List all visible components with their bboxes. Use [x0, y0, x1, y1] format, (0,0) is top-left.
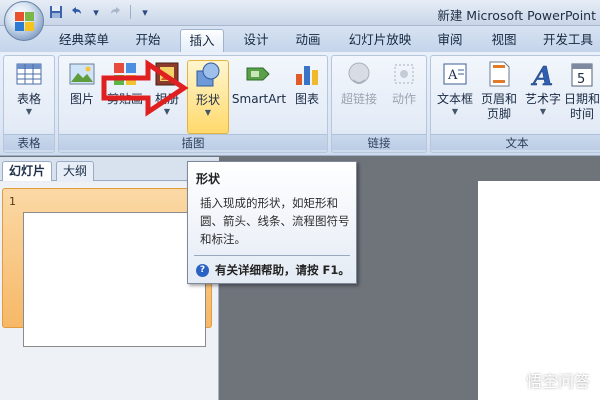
- slide-thumbnail[interactable]: [23, 212, 206, 347]
- globe-link-icon: [345, 60, 373, 88]
- office-button[interactable]: [4, 1, 44, 41]
- group-links: 超链接 动作 链接: [331, 55, 427, 153]
- title-bar: ▾ ▾ 新建 Microsoft PowerPoint: [0, 0, 600, 26]
- table-button[interactable]: 表格 ▼: [9, 60, 49, 117]
- group-illustrations: 图片 剪贴画 相册 ▼ 形状 ▼ SmartArt 图表 插图: [58, 55, 328, 153]
- quick-access-toolbar: ▾ ▾: [48, 4, 153, 20]
- calendar-icon: 5: [568, 60, 596, 88]
- chevron-down-icon: ▼: [204, 108, 212, 117]
- shapes-tooltip: 形状 插入现成的形状，如矩形和圆、箭头、线条、流程图符号和标注。 ? 有关详细帮…: [187, 161, 357, 284]
- chevron-down-icon: ▼: [25, 107, 33, 116]
- table-icon: [15, 60, 43, 88]
- save-icon[interactable]: [48, 4, 64, 20]
- tab-insert[interactable]: 插入: [180, 29, 224, 52]
- tooltip-help: ? 有关详细帮助，请按 F1。: [196, 262, 350, 278]
- picture-button-label: 图片: [69, 92, 94, 106]
- shapes-icon: [194, 61, 222, 89]
- textbox-icon: A: [441, 60, 469, 88]
- svg-text:A: A: [447, 68, 458, 83]
- hyperlink-button[interactable]: 超链接: [336, 60, 382, 107]
- tooltip-body: 插入现成的形状，如矩形和圆、箭头、线条、流程图符号和标注。: [200, 196, 350, 246]
- header-footer-button[interactable]: 页眉和 页脚: [477, 60, 521, 122]
- slide-number: 1: [9, 195, 16, 208]
- watermark: 悟空问答: [499, 368, 590, 392]
- picture-icon: [68, 60, 96, 88]
- tab-review[interactable]: 审阅: [428, 29, 472, 52]
- window-title: 新建 Microsoft PowerPoint: [437, 8, 596, 23]
- ribbon: 表格 ▼ 表格 图片 剪贴画 相册 ▼ 形状 ▼ SmartArt 图表 插图 …: [0, 52, 600, 156]
- textbox-button-label: 文本框: [436, 92, 473, 106]
- redo-icon[interactable]: [108, 4, 124, 20]
- picture-button[interactable]: 图片: [63, 60, 101, 107]
- textbox-button[interactable]: A 文本框 ▼: [433, 60, 477, 117]
- tab-design[interactable]: 设计: [234, 29, 278, 52]
- table-button-label: 表格: [16, 92, 41, 106]
- chart-icon: [293, 60, 321, 88]
- group-text-label: 文本: [431, 134, 600, 150]
- svg-text:A: A: [530, 62, 553, 88]
- group-table-label: 表格: [4, 134, 54, 150]
- ribbon-tabs: 经典菜单 开始 插入 设计 动画 幻灯片放映 审阅 视图 开发工具: [0, 26, 600, 52]
- tab-developer[interactable]: 开发工具: [536, 29, 600, 52]
- chevron-down-icon[interactable]: ▾: [88, 4, 104, 20]
- smartart-button[interactable]: SmartArt: [231, 60, 287, 107]
- slide-list: 1: [0, 182, 218, 400]
- action-icon: [390, 60, 418, 88]
- chevron-down-icon: ▼: [539, 107, 547, 116]
- tooltip-help-text: 有关详细帮助，请按 F1。: [215, 263, 350, 277]
- help-icon: ?: [196, 263, 209, 277]
- tab-home[interactable]: 开始: [126, 29, 170, 52]
- tab-view[interactable]: 视图: [482, 29, 526, 52]
- shapes-button[interactable]: 形状 ▼: [187, 60, 229, 134]
- tab-animation[interactable]: 动画: [286, 29, 330, 52]
- chart-button[interactable]: 图表: [289, 60, 325, 107]
- hyperlink-button-label: 超链接: [340, 92, 377, 106]
- watermark-logo-icon: [499, 369, 522, 391]
- smartart-icon: [245, 60, 273, 88]
- tab-slideshow[interactable]: 幻灯片放映: [342, 29, 418, 52]
- wordart-icon: A: [529, 60, 557, 93]
- chevron-down-icon: ▼: [451, 107, 459, 116]
- tooltip-title: 形状: [196, 172, 221, 186]
- datetime-button[interactable]: 5 日期和 时间: [561, 60, 600, 122]
- group-links-label: 链接: [332, 134, 426, 150]
- chart-button-label: 图表: [294, 92, 319, 106]
- action-button[interactable]: 动作: [384, 60, 424, 107]
- tab-classic-menu[interactable]: 经典菜单: [52, 29, 116, 52]
- header-footer-label-1: 页眉和: [480, 92, 517, 106]
- group-table: 表格 ▼ 表格: [3, 55, 55, 153]
- header-footer-icon: [485, 60, 513, 88]
- datetime-label-2: 时间: [569, 107, 594, 121]
- action-button-label: 动作: [391, 92, 416, 106]
- qat-divider: [130, 5, 131, 19]
- svg-text:5: 5: [577, 72, 585, 87]
- group-illustrations-label: 插图: [59, 134, 327, 150]
- smartart-button-label: SmartArt: [231, 92, 287, 106]
- red-arrow-annotation: [101, 59, 189, 117]
- tab-slides[interactable]: 幻灯片: [2, 161, 53, 181]
- wordart-button-label: 艺术字: [524, 92, 561, 106]
- datetime-label-1: 日期和: [563, 92, 600, 106]
- watermark-text: 悟空问答: [525, 372, 590, 391]
- tooltip-divider: [194, 255, 350, 256]
- wordart-button[interactable]: A 艺术字 ▼: [523, 60, 563, 117]
- undo-icon[interactable]: [68, 4, 84, 20]
- customize-icon[interactable]: ▾: [137, 4, 153, 20]
- group-text: A 文本框 ▼ 页眉和 页脚 A 艺术字 ▼ 5 日期和 时间 文本: [430, 55, 600, 153]
- office-logo-icon: [15, 12, 35, 32]
- header-footer-label-2: 页脚: [486, 107, 511, 121]
- shapes-button-label: 形状: [195, 93, 220, 107]
- tab-outline[interactable]: 大纲: [56, 161, 95, 181]
